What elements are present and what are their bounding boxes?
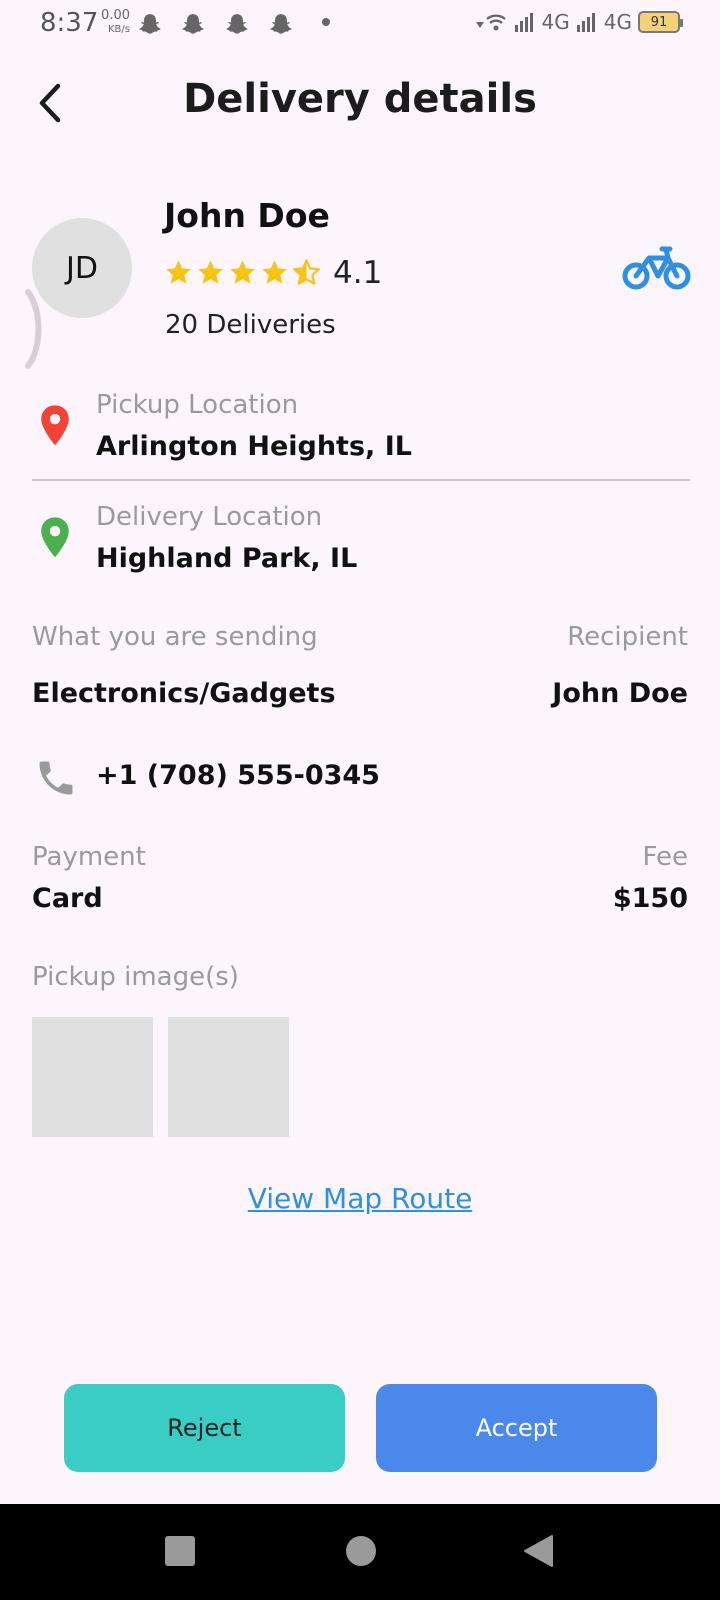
home-button[interactable] bbox=[346, 1536, 376, 1566]
accept-button[interactable]: Accept bbox=[376, 1384, 657, 1472]
battery-icon: 91 bbox=[638, 11, 683, 33]
avatar-initials: JD bbox=[66, 250, 98, 286]
view-map-route-link[interactable]: View Map Route bbox=[0, 1182, 720, 1215]
star-icon bbox=[166, 260, 191, 284]
reject-button[interactable]: Reject bbox=[64, 1384, 345, 1472]
courier-name: John Doe bbox=[164, 196, 330, 235]
sending-value: Electronics/Gadgets bbox=[32, 678, 336, 709]
star-icon bbox=[262, 260, 287, 284]
pickup-image-thumbnail[interactable] bbox=[168, 1017, 289, 1137]
pickup-label: Pickup Location bbox=[96, 390, 299, 420]
pickup-value: Arlington Heights, IL bbox=[96, 431, 412, 462]
avatar: JD bbox=[32, 218, 132, 318]
snapchat-icon bbox=[226, 14, 248, 34]
recipient-label: Recipient bbox=[567, 622, 688, 652]
delivery-value: Highland Park, IL bbox=[96, 543, 358, 574]
bicycle-icon bbox=[622, 246, 691, 290]
snapchat-icon bbox=[139, 14, 161, 34]
phone-icon[interactable] bbox=[34, 756, 78, 800]
payment-value: Card bbox=[32, 883, 103, 914]
snapchat-icon bbox=[182, 14, 204, 34]
wifi-icon bbox=[475, 14, 506, 31]
signal-icon bbox=[514, 13, 533, 32]
reject-button-label: Reject bbox=[167, 1414, 242, 1442]
deliveries-count: 20 Deliveries bbox=[165, 310, 336, 340]
half-star-icon bbox=[293, 259, 320, 285]
snapchat-icon bbox=[270, 14, 292, 34]
phone-number[interactable]: +1 (708) 555-0345 bbox=[96, 760, 380, 791]
network-speed-value: 0.00 bbox=[101, 8, 130, 23]
network-speed-unit: KB/s bbox=[108, 24, 130, 35]
recents-button[interactable] bbox=[165, 1536, 195, 1566]
delivery-pin-icon bbox=[41, 517, 69, 558]
delivery-label: Delivery Location bbox=[96, 502, 323, 532]
pickup-images-label: Pickup image(s) bbox=[32, 962, 239, 992]
star-icon bbox=[198, 260, 223, 284]
status-time: 8:37 bbox=[40, 8, 99, 38]
battery-level: 91 bbox=[650, 14, 668, 30]
network-speed: 0.00 KB/s bbox=[96, 9, 130, 37]
fee-label: Fee bbox=[642, 842, 688, 872]
rating-stars bbox=[164, 258, 321, 287]
signal-icon bbox=[576, 13, 595, 32]
page-title: Delivery details bbox=[183, 76, 537, 122]
rating-value: 4.1 bbox=[333, 255, 383, 291]
star-icon bbox=[230, 260, 255, 284]
accept-button-label: Accept bbox=[475, 1414, 558, 1442]
network-type: 4G bbox=[603, 10, 632, 34]
sending-label: What you are sending bbox=[32, 622, 318, 652]
pickup-image-thumbnail[interactable] bbox=[32, 1017, 153, 1137]
system-back-button[interactable] bbox=[522, 1534, 554, 1568]
recipient-value: John Doe bbox=[552, 678, 688, 709]
notification-dot bbox=[322, 18, 330, 26]
pickup-pin-icon bbox=[41, 405, 69, 446]
divider bbox=[32, 479, 690, 481]
status-indicators: 4G 4G 91 bbox=[474, 10, 683, 34]
network-type: 4G bbox=[541, 10, 570, 34]
fee-value: $150 bbox=[612, 883, 688, 914]
payment-label: Payment bbox=[32, 842, 146, 872]
edge-panel-handle[interactable] bbox=[20, 288, 46, 370]
